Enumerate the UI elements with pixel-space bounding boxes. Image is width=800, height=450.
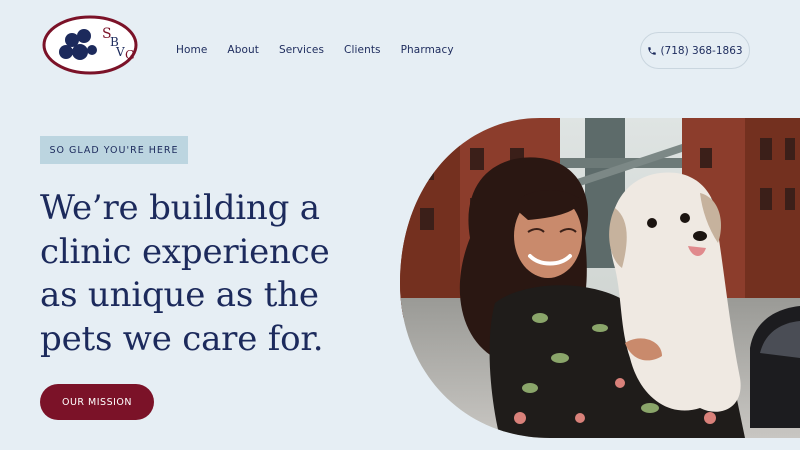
eyebrow-label: SO GLAD YOU'RE HERE [40, 136, 188, 164]
phone-number: (718) 368-1863 [660, 44, 743, 57]
nav-clients[interactable]: Clients [344, 44, 381, 56]
nav-services[interactable]: Services [279, 44, 324, 56]
hero-headline: We’re building a clinic experience as un… [40, 187, 400, 361]
phone-icon [648, 46, 657, 55]
nav-pharmacy[interactable]: Pharmacy [401, 44, 454, 56]
nav-home[interactable]: Home [176, 44, 207, 56]
headline-line-2: clinic experience [40, 231, 330, 272]
nav-about[interactable]: About [227, 44, 259, 56]
hero-photo [400, 118, 800, 438]
phone-button[interactable]: (718) 368-1863 [640, 32, 750, 69]
logo-letter-g: G [125, 48, 135, 62]
logo-emblem: S B V G [42, 15, 138, 75]
headline-line-4: pets we care for. [40, 318, 324, 359]
logo-letter-v: V [115, 45, 125, 59]
headline-line-1: We’re building a [40, 188, 320, 228]
headline-line-3: as unique as the [40, 275, 319, 315]
our-mission-button[interactable]: OUR MISSION [40, 384, 154, 420]
site-logo[interactable]: S B V G [42, 14, 142, 76]
main-nav: Home About Services Clients Pharmacy [176, 44, 454, 56]
